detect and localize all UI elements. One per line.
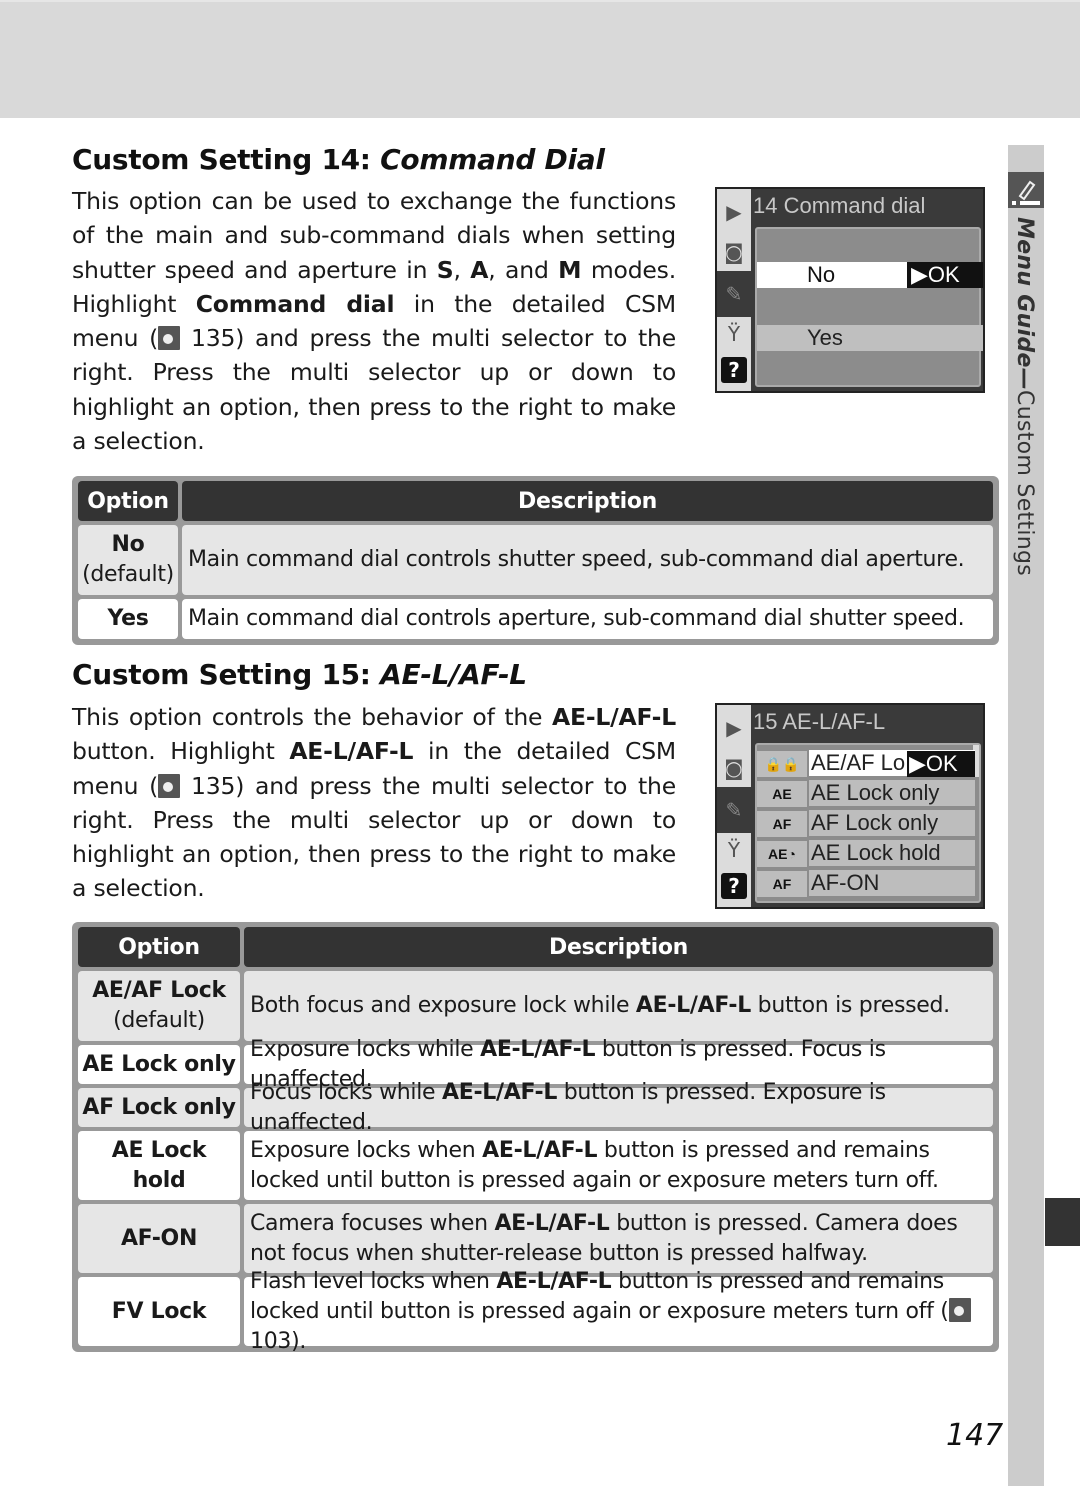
custom-setting-15-heading: Custom Setting 15: AE-L/AF-L <box>72 658 527 691</box>
command-dial-options-table: Option Description No (default) Main comm… <box>72 476 999 645</box>
ae-l-af-l-options-table: Option Description AE/AF Lock (default) B… <box>72 922 999 1354</box>
pencil-icon: ✎ <box>717 271 751 317</box>
column-header-description: Description <box>244 927 993 967</box>
menu-icon-column: ▶ ◙ ✎ Ÿ ? <box>717 189 751 391</box>
description-cell: Main command dial controls aperture, sub… <box>182 599 993 639</box>
custom-setting-15-description: This option controls the behavior of the… <box>72 703 677 903</box>
thumb-index-tab <box>1045 1198 1080 1246</box>
menu-option-yes[interactable]: Yes <box>757 325 983 351</box>
section-title-vertical: Menu Guide—Custom Settings <box>1012 217 1037 577</box>
table-row: FV Lock Flash level locks when AE-L/AF-L… <box>78 1269 993 1354</box>
playback-icon: ▶ <box>726 200 742 224</box>
menu-icon-column: ▶ ◙ ✎ Ÿ ? <box>717 705 751 907</box>
menu-option-ae-lock-hold[interactable]: AE◔ AE Lock hold <box>757 840 975 867</box>
screen-title: 15 AE-L/AF-L <box>753 709 886 734</box>
camera-icon: ◙ <box>724 756 744 780</box>
af-on-icon: AF <box>757 871 807 897</box>
option-cell: FV Lock <box>78 1277 240 1346</box>
ae-lock-icon: AE <box>757 781 807 807</box>
ok-indicator: ▶OK <box>907 262 983 288</box>
reference-icon <box>158 326 181 351</box>
pencil-icon: ✎ <box>717 787 751 833</box>
menu-option-ae-lock-only[interactable]: AE AE Lock only <box>757 780 975 807</box>
description-cell: Both focus and exposure lock while AE-L/… <box>244 971 993 1041</box>
option-cell: AF-ON <box>78 1204 240 1273</box>
option-cell: AE Lock hold <box>78 1131 240 1200</box>
table-row: AE Lock hold Exposure locks when AE-L/AF… <box>78 1131 993 1200</box>
column-header-description: Description <box>182 481 993 521</box>
wrench-icon: Ÿ <box>727 838 741 862</box>
table-row: AF-ON Camera focuses when AE-L/AF-L butt… <box>78 1204 993 1273</box>
reference-icon <box>948 1297 971 1322</box>
description-cell: Main command dial controls shutter speed… <box>182 525 993 595</box>
page-number: 147 <box>946 1418 1004 1453</box>
table-header-row: Option Description <box>78 927 993 967</box>
ae-l-af-l-menu-screen: ▶ ◙ ✎ Ÿ ? 15 AE-L/AF-L 🔒🔒 AE/AF Lo ▶OK A… <box>715 703 985 909</box>
wrench-icon: Ÿ <box>727 322 741 346</box>
section-side-tab: Menu Guide—Custom Settings <box>1008 145 1044 1486</box>
option-cell: Yes <box>78 599 178 639</box>
table-row: AF Lock only Focus locks while AE-L/AF-L… <box>78 1080 993 1135</box>
column-header-option: Option <box>78 927 240 967</box>
options-panel: 🔒🔒 AE/AF Lo ▶OK AE AE Lock only AF AF Lo… <box>755 743 981 903</box>
pencil-icon <box>1008 172 1044 208</box>
af-lock-icon: AF <box>757 811 807 837</box>
camera-icon: ◙ <box>724 240 744 264</box>
menu-option-no[interactable]: No ▶OK <box>757 262 983 288</box>
options-panel: No ▶OK Yes <box>755 227 983 387</box>
ae-lock-hold-icon: AE◔ <box>757 841 807 867</box>
description-cell: Camera focuses when AE-L/AF-L button is … <box>244 1204 993 1273</box>
menu-option-ae-af-lock[interactable]: 🔒🔒 AE/AF Lo ▶OK <box>757 750 975 777</box>
table-row: Yes Main command dial controls aperture,… <box>78 599 993 639</box>
ok-indicator: ▶OK <box>907 751 975 777</box>
screen-title: 14 Command dial <box>753 193 926 218</box>
menu-option-af-on[interactable]: AF AF-ON <box>757 870 975 897</box>
custom-setting-14-description: This option can be used to exchange the … <box>72 187 677 456</box>
help-icon: ? <box>721 357 747 383</box>
table-row: AE/AF Lock (default) Both focus and expos… <box>78 971 993 1041</box>
option-cell: AF Lock only <box>78 1088 240 1127</box>
option-cell: AE/AF Lock (default) <box>78 971 240 1041</box>
option-cell: No (default) <box>78 525 178 595</box>
table-header-row: Option Description <box>78 481 993 521</box>
playback-icon: ▶ <box>726 716 742 740</box>
description-cell: Flash level locks when AE-L/AF-L button … <box>244 1269 993 1354</box>
description-cell: Exposure locks when AE-L/AF-L button is … <box>244 1131 993 1200</box>
double-lock-icon: 🔒🔒 <box>757 751 807 777</box>
help-icon: ? <box>721 873 747 899</box>
table-row: No (default) Main command dial controls s… <box>78 525 993 595</box>
column-header-option: Option <box>78 481 178 521</box>
custom-setting-14-heading: Custom Setting 14: Command Dial <box>72 143 605 176</box>
menu-option-af-lock-only[interactable]: AF AF Lock only <box>757 810 975 837</box>
option-cell: AE Lock only <box>78 1045 240 1084</box>
description-cell: Focus locks while AE-L/AF-L button is pr… <box>244 1080 993 1135</box>
reference-icon <box>158 773 181 798</box>
command-dial-menu-screen: ▶ ◙ ✎ Ÿ ? 14 Command dial No ▶OK Yes <box>715 187 985 393</box>
page-header-band <box>0 0 1080 118</box>
